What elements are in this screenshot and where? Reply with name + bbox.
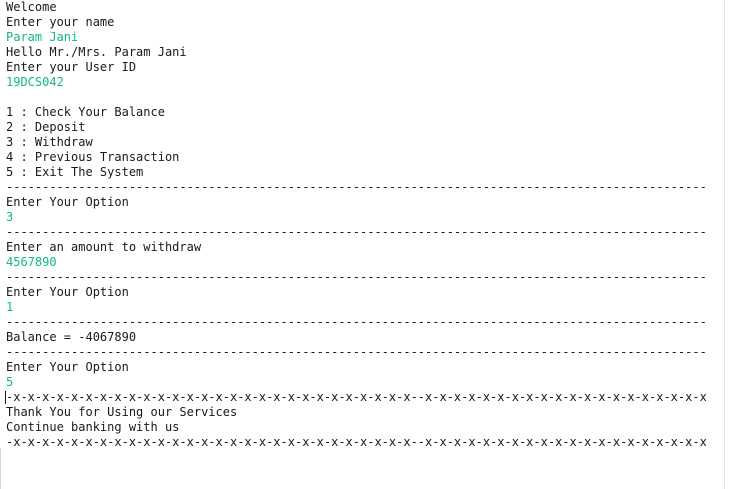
console-output-line: ----------------------------------------… (6, 315, 706, 329)
console-output-line: 5 : Exit The System (6, 165, 144, 179)
console-output-line: ----------------------------------------… (6, 225, 706, 239)
console-output-line: Balance = -4067890 (6, 330, 137, 344)
user-input-line: 4567890 (6, 255, 57, 269)
console-output-line: ----------------------------------------… (6, 180, 706, 194)
console-output-line: Welcome (6, 0, 57, 14)
console-border (0, 448, 1, 489)
text-cursor (5, 391, 6, 404)
console-output-line: Continue banking with us (6, 420, 180, 434)
console-output-line: Hello Mr./Mrs. Param Jani (6, 45, 187, 59)
user-input-line: 1 (6, 300, 14, 314)
user-input-line: 3 (6, 210, 14, 224)
user-input-line: 19DCS042 (6, 75, 64, 89)
user-input-line: 5 (6, 375, 14, 389)
user-input-line: Param Jani (6, 30, 79, 44)
console-output-line: 2 : Deposit (6, 120, 86, 134)
console-output-line: Enter Your Option (6, 195, 129, 209)
console-output-line: Enter Your Option (6, 360, 129, 374)
console-output-line: -x-x-x-x-x-x-x-x-x-x-x-x-x-x-x-x-x-x-x-x… (6, 390, 706, 404)
console-window[interactable]: Welcome Enter your name Param Jani Hello Mr… (0, 0, 734, 489)
console-output-line: 3 : Withdraw (6, 135, 93, 149)
console-output-line: Thank You for Using our Services (6, 405, 238, 419)
console-output-line: ----------------------------------------… (6, 270, 706, 284)
console-output-line: Enter your User ID (6, 60, 137, 74)
console-output-line: Enter Your Option (6, 285, 129, 299)
vertical-scrollbar[interactable] (724, 0, 734, 489)
console-output-line: -x-x-x-x-x-x-x-x-x-x-x-x-x-x-x-x-x-x-x-x… (6, 435, 706, 449)
console-output-line: Enter your name (6, 15, 115, 29)
console-output-line: Enter an amount to withdraw (6, 240, 202, 254)
console-output: Welcome Enter your name Param Jani Hello Mr… (6, 0, 706, 450)
console-output-line: 1 : Check Your Balance (6, 105, 165, 119)
console-output-line: ----------------------------------------… (6, 345, 706, 359)
console-output-line: 4 : Previous Transaction (6, 150, 180, 164)
